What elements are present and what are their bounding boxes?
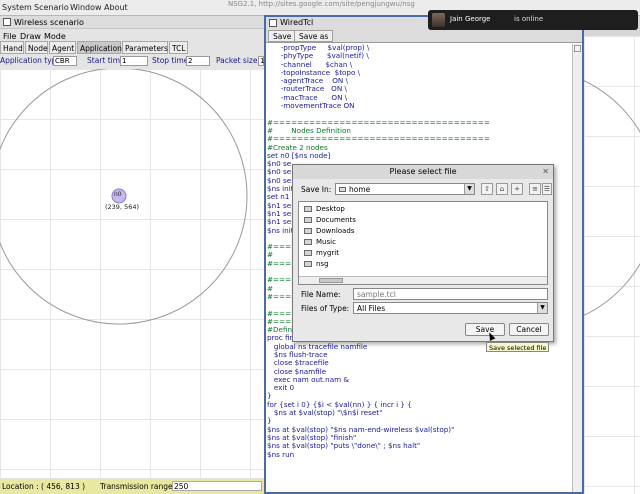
tab-hand[interactable]: Hand bbox=[0, 41, 24, 54]
file-list-scrollbar[interactable] bbox=[299, 276, 547, 284]
start-time-input[interactable]: 1 bbox=[120, 56, 148, 66]
menu-scenario[interactable]: Scenario bbox=[34, 3, 69, 12]
chevron-down-icon: ▼ bbox=[464, 184, 474, 194]
menu-window[interactable]: Window bbox=[70, 3, 102, 12]
folder-icon bbox=[304, 261, 312, 267]
stop-time-label: Stop time bbox=[152, 56, 189, 65]
code-line: -movementTrace ON bbox=[267, 101, 355, 111]
wireless-window-titlebar: Wireless scenario bbox=[0, 16, 264, 29]
file-type-value: All Files bbox=[357, 304, 386, 313]
code-line: set n0 [$ns node] bbox=[267, 150, 331, 160]
window-checkbox-icon[interactable] bbox=[269, 19, 277, 27]
avatar bbox=[432, 13, 445, 27]
save-in-value: home bbox=[349, 185, 371, 194]
file-list[interactable]: Desktop Documents Downloads Music mygrit… bbox=[298, 201, 548, 285]
code-line: exec nam out.nam & bbox=[267, 374, 349, 384]
tab-node[interactable]: Node bbox=[25, 41, 48, 54]
file-type-label: Files of Type: bbox=[301, 304, 350, 313]
wireless-scenario-window: Wireless scenario File Draw Mode Hand No… bbox=[0, 16, 264, 494]
tab-tcl[interactable]: TCL bbox=[169, 41, 188, 54]
node-n0-coords: (239, 564) bbox=[105, 203, 140, 211]
app-type-label: Application type bbox=[0, 56, 62, 65]
dialog-title: Please select file bbox=[293, 165, 553, 179]
status-range-label: Transmission range bbox=[100, 482, 173, 491]
node-n0-label: n0 bbox=[114, 191, 122, 198]
wireless-canvas-right bbox=[584, 36, 640, 494]
menu-about[interactable]: About bbox=[104, 3, 128, 12]
save-in-combo[interactable]: home ▼ bbox=[335, 183, 475, 195]
folder-icon bbox=[339, 187, 346, 192]
tcl-toolbar: Save Save as bbox=[266, 29, 582, 43]
start-time-label: Start time bbox=[87, 56, 125, 65]
scroll-thumb[interactable] bbox=[319, 278, 343, 283]
file-name-input[interactable]: sample.tcl bbox=[353, 288, 548, 300]
folder-icon bbox=[304, 239, 312, 245]
transmission-range-input[interactable]: 250 bbox=[172, 481, 262, 491]
scroll-up-icon[interactable] bbox=[574, 45, 581, 52]
window-checkbox-icon[interactable] bbox=[3, 18, 11, 26]
dialog-save-button[interactable]: Save bbox=[465, 323, 505, 336]
notification-name: Jain George bbox=[450, 15, 491, 23]
status-location: Location : ( 456, 813 ) bbox=[2, 482, 86, 491]
code-line: $ns at $val(stop) "\$n$i reset" bbox=[267, 408, 383, 418]
folder-icon bbox=[304, 228, 312, 234]
home-icon[interactable]: ⌂ bbox=[496, 183, 508, 195]
new-folder-icon[interactable]: + bbox=[511, 183, 523, 195]
app-type-select[interactable]: CBR bbox=[53, 56, 77, 66]
packet-size-label: Packet size bbox=[216, 56, 258, 65]
folder-icon bbox=[304, 250, 312, 256]
file-type-combo[interactable]: All Files ▼ bbox=[353, 302, 548, 314]
code-line: $ns at $val(stop) "puts \"done\" ; $ns h… bbox=[267, 441, 421, 451]
menu-system[interactable]: System bbox=[2, 3, 32, 12]
file-name-label: File Name: bbox=[301, 290, 341, 299]
save-tooltip: Save selected file bbox=[486, 342, 550, 352]
notification-status: is online bbox=[514, 15, 544, 23]
save-button[interactable]: Save bbox=[268, 30, 297, 42]
folder-icon bbox=[304, 206, 312, 212]
status-bar: Location : ( 456, 813 ) Transmission ran… bbox=[0, 479, 264, 494]
chat-notification[interactable]: Jain George is online bbox=[428, 10, 638, 30]
menu-file[interactable]: File bbox=[3, 32, 16, 41]
tab-application[interactable]: Application bbox=[77, 41, 122, 54]
save-as-button[interactable]: Save as bbox=[294, 30, 334, 42]
folder-icon bbox=[304, 217, 312, 223]
menu-draw[interactable]: Draw bbox=[20, 32, 41, 41]
tcl-window-title: WiredTcl bbox=[280, 18, 314, 27]
tcl-vertical-scrollbar[interactable] bbox=[572, 44, 582, 492]
tab-agent[interactable]: Agent bbox=[49, 41, 76, 54]
code-line: exit 0 bbox=[267, 383, 295, 393]
up-folder-icon[interactable]: ⇧ bbox=[481, 183, 493, 195]
window-title: NSG2.1, http://sites.google.com/site/pen… bbox=[228, 0, 415, 8]
menu-mode[interactable]: Mode bbox=[44, 32, 66, 41]
wireless-canvas[interactable]: n0 (239, 564) bbox=[0, 69, 264, 478]
close-icon[interactable]: ✕ bbox=[542, 167, 549, 176]
stop-time-input[interactable]: 2 bbox=[186, 56, 210, 66]
wireless-window-title: Wireless scenario bbox=[14, 18, 84, 27]
details-view-icon[interactable]: ☰ bbox=[542, 183, 552, 195]
chevron-down-icon: ▼ bbox=[537, 303, 547, 313]
tab-parameters[interactable]: Parameters bbox=[122, 41, 168, 54]
code-line: $ns run bbox=[267, 449, 295, 459]
save-in-label: Save In: bbox=[301, 185, 332, 194]
file-dialog: Please select file ✕ Save In: home ▼ ⇧ ⌂… bbox=[292, 164, 554, 342]
dialog-cancel-button[interactable]: Cancel bbox=[509, 323, 549, 336]
list-view-icon[interactable]: ≡ bbox=[529, 183, 541, 195]
